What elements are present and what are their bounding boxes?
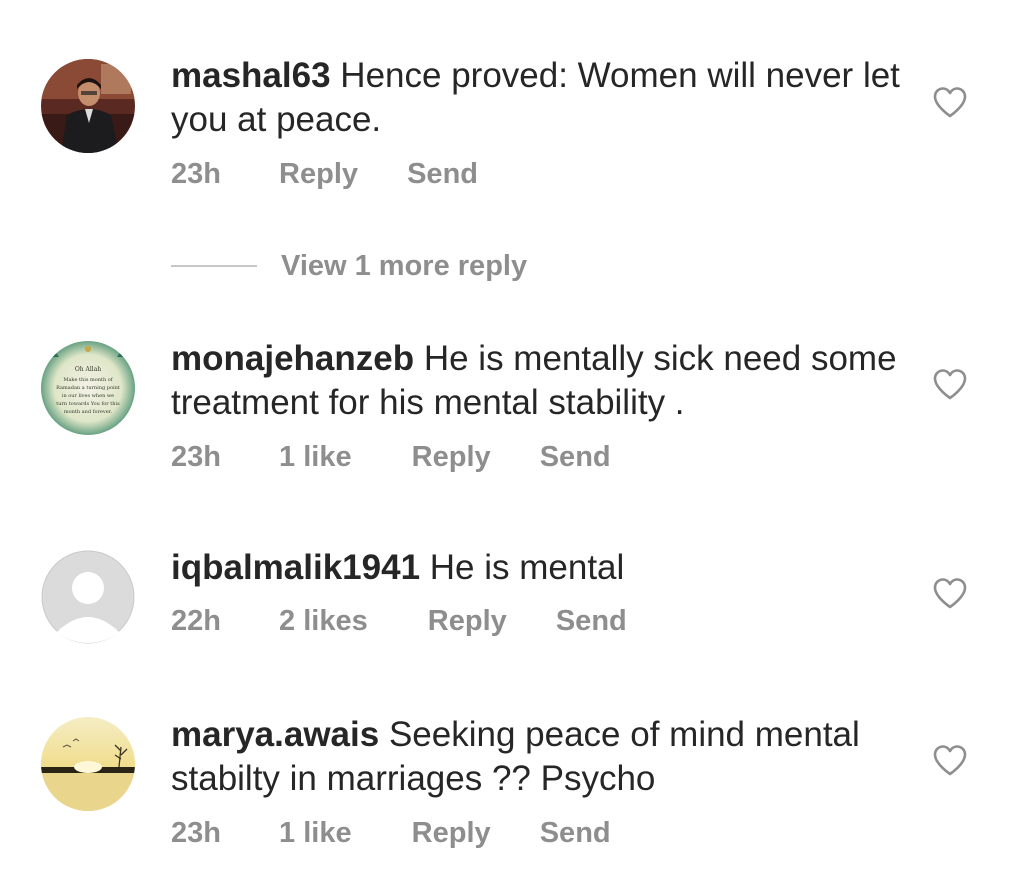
profile-photo-icon [41,59,135,153]
like-count[interactable]: 1 like [279,441,352,474]
profile-quote-image-icon: Oh Allah Make this month of Ramadan a tu… [41,341,135,435]
comment-timestamp: 23h [171,158,221,190]
comment-username[interactable]: mashal63 [171,56,331,95]
send-button[interactable]: Send [407,158,478,191]
profile-sunset-image-icon [41,717,135,811]
reply-button[interactable]: Reply [412,441,491,474]
comment-username[interactable]: monajehanzeb [171,339,414,378]
svg-text:Ramadan a turning point: Ramadan a turning point [56,385,120,391]
reply-button[interactable]: Reply [412,817,491,850]
heart-outline-icon[interactable] [932,368,968,400]
reply-button[interactable]: Reply [279,158,358,191]
comment-timestamp: 22h [171,605,221,637]
heart-outline-icon[interactable] [932,744,968,776]
comment-username[interactable]: marya.awais [171,715,379,754]
view-more-replies-label: View 1 more reply [281,249,528,282]
send-button[interactable]: Send [556,605,627,638]
reply-button[interactable]: Reply [428,605,507,638]
comment-timestamp: 23h [171,817,221,849]
avatar[interactable]: Oh Allah Make this month of Ramadan a tu… [41,341,135,435]
svg-text:Make this month of: Make this month of [63,377,113,383]
avatar[interactable] [41,717,135,811]
default-user-icon [41,550,135,644]
svg-text:turn towards You for this: turn towards You for this [56,401,120,407]
like-count[interactable]: 1 like [279,817,352,850]
comment-text-block: monajehanzeb He is mentally sick need so… [171,337,901,425]
avatar[interactable] [41,550,135,644]
divider-line [171,265,257,267]
avatar[interactable] [41,59,135,153]
svg-text:Oh Allah: Oh Allah [75,366,101,373]
comment-username[interactable]: iqbalmalik1941 [171,548,420,587]
heart-outline-icon[interactable] [932,86,968,118]
comment-timestamp: 23h [171,441,221,473]
comment-text-block: marya.awais Seeking peace of mind mental… [171,713,901,801]
comment-actions: 23h 1 like Reply Send [171,441,611,474]
heart-outline-icon[interactable] [932,577,968,609]
comment-actions: 23h 1 like Reply Send [171,817,611,850]
comment-text-block: iqbalmalik1941 He is mental [171,546,901,590]
comment-actions: 23h Reply Send [171,158,478,191]
comment-text-block: mashal63 Hence proved: Women will never … [171,54,901,142]
comment-actions: 22h 2 likes Reply Send [171,605,627,638]
svg-text:month and forever.: month and forever. [64,409,113,415]
view-more-replies-button[interactable]: View 1 more reply [171,246,527,286]
comment-body: He is mental [429,548,625,587]
send-button[interactable]: Send [540,441,611,474]
send-button[interactable]: Send [540,817,611,850]
svg-text:in our lives when we: in our lives when we [62,393,114,399]
like-count[interactable]: 2 likes [279,605,368,638]
